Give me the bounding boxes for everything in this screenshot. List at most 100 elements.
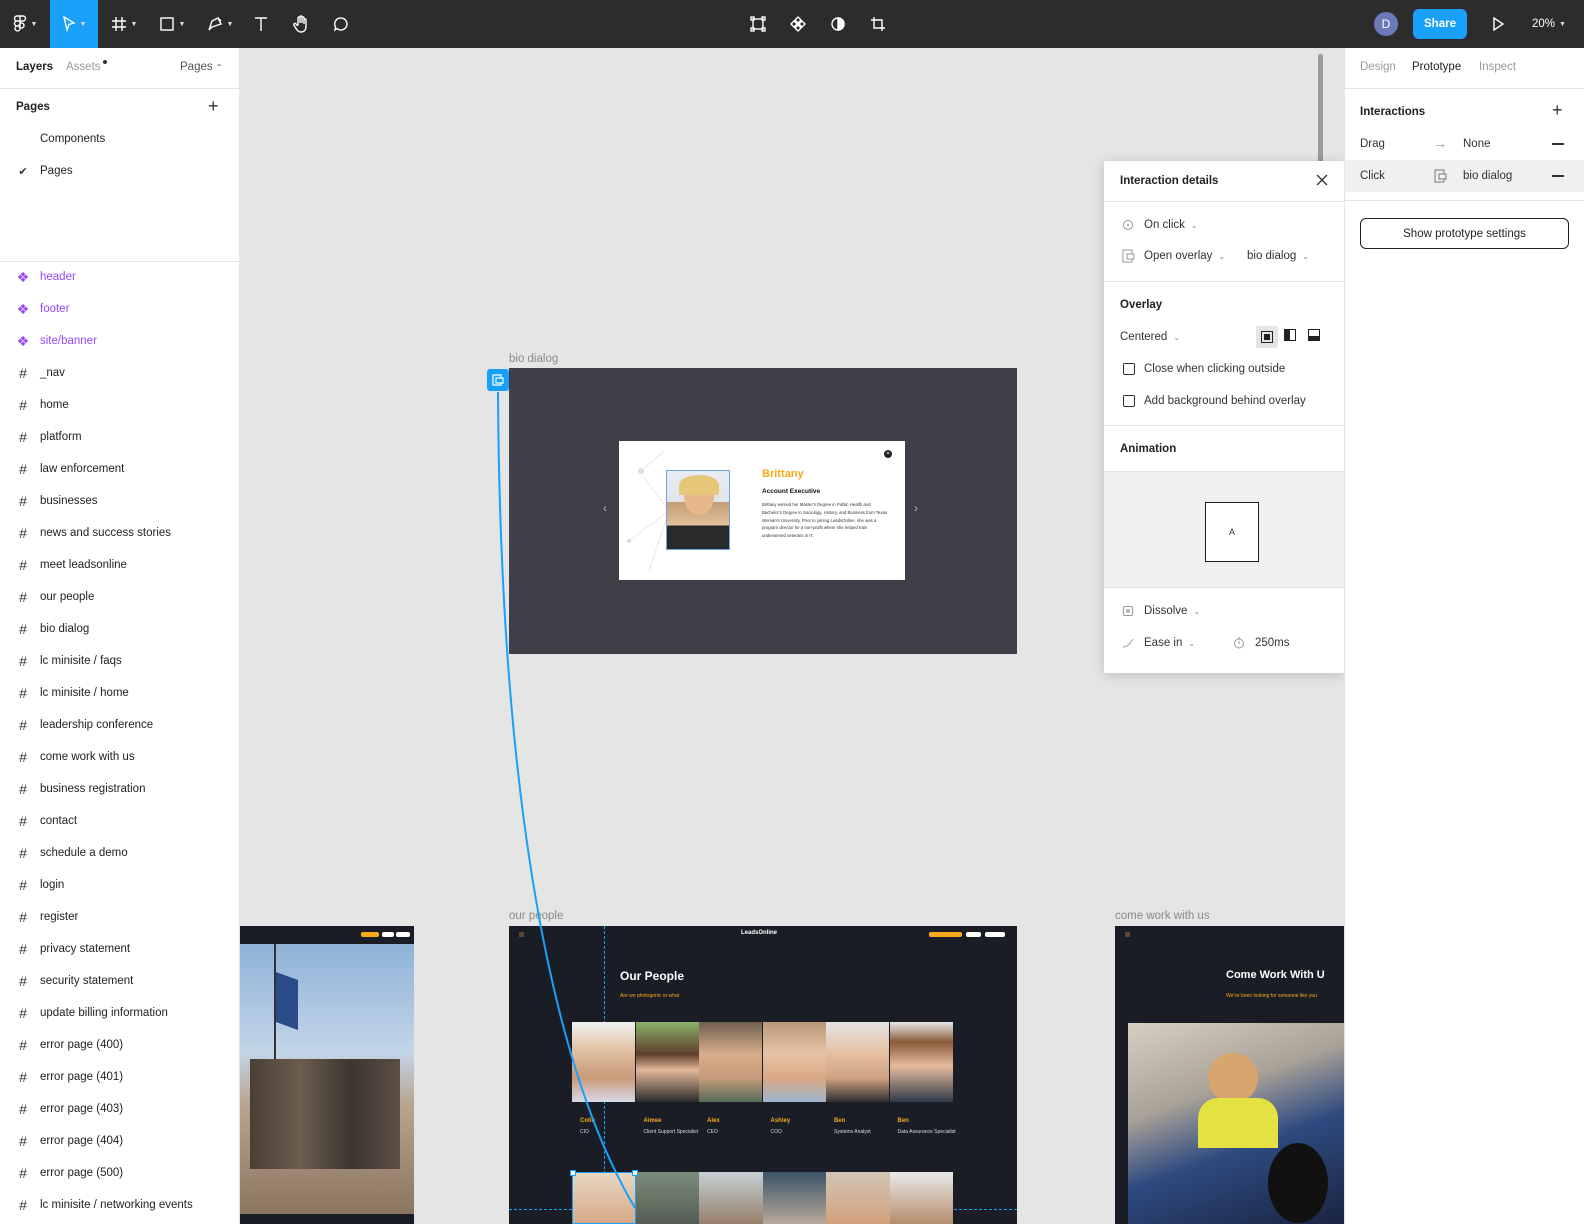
layer-item[interactable]: # business registration (0, 773, 239, 805)
layer-item[interactable]: # schedule a demo (0, 837, 239, 869)
create-component-button[interactable] (786, 0, 810, 48)
frame-icon: # (19, 717, 27, 733)
component-tool-button[interactable] (746, 0, 770, 48)
close-dialog-button[interactable] (1314, 172, 1330, 188)
position-bottom-button[interactable] (1308, 329, 1320, 341)
layer-item[interactable]: # news and success stories (0, 517, 239, 549)
layer-label: business registration (40, 783, 146, 795)
add-page-button[interactable]: + (208, 96, 219, 117)
frame-icon: # (19, 1197, 27, 1213)
tab-inspect[interactable]: Inspect (1479, 61, 1516, 73)
remove-interaction-button[interactable] (1552, 175, 1564, 177)
position-dropdown[interactable]: Centered ⌄ (1120, 331, 1180, 343)
layer-item[interactable]: ❖ footer (0, 293, 239, 325)
layer-item[interactable]: ❖ header (0, 261, 239, 293)
pages-toggle[interactable]: Pages ⌃ (180, 61, 223, 73)
shape-tool-button[interactable]: ▼ (152, 0, 192, 48)
tab-design[interactable]: Design (1360, 61, 1396, 73)
layer-item[interactable]: # lc minisite / faqs (0, 645, 239, 677)
layer-item[interactable]: # contact (0, 805, 239, 837)
present-button[interactable] (1486, 0, 1510, 48)
component-icon: ❖ (16, 300, 30, 317)
layer-item[interactable]: # law enforcement (0, 453, 239, 485)
layer-label: home (40, 399, 69, 411)
layer-item[interactable]: # home (0, 389, 239, 421)
zoom-dropdown[interactable]: 20% ▼ (1524, 0, 1574, 48)
remove-interaction-button[interactable] (1552, 143, 1564, 145)
position-centered-button[interactable] (1256, 326, 1278, 348)
layer-item[interactable]: # platform (0, 421, 239, 453)
layer-item[interactable]: # meet leadsonline (0, 549, 239, 581)
hand-tool-button[interactable] (286, 0, 316, 48)
page-item-components[interactable]: Components (0, 123, 239, 155)
frame-icon: # (19, 973, 27, 989)
chevron-down-icon: ⌄ (1193, 606, 1201, 616)
comment-icon (334, 17, 348, 32)
main-menu-button[interactable]: ▼ (0, 0, 50, 48)
trigger-dropdown[interactable]: On click ⌄ (1104, 217, 1344, 233)
layer-item[interactable]: # lc minisite / networking events (0, 1189, 239, 1221)
frame-icon: # (19, 493, 27, 509)
show-prototype-settings-button[interactable]: Show prototype settings (1360, 218, 1569, 249)
add-background-checkbox[interactable] (1123, 395, 1135, 407)
overlay-position-row: Centered ⌄ (1104, 326, 1344, 348)
layer-item[interactable]: # bio dialog (0, 613, 239, 645)
layer-item[interactable]: # come work with us (0, 741, 239, 773)
duration-input[interactable]: 250ms (1255, 637, 1290, 649)
arrow-right-icon: → (1433, 135, 1447, 151)
layer-item[interactable]: # error page (401) (0, 1061, 239, 1093)
move-tool-button[interactable]: ▼ (50, 0, 98, 48)
interaction-row-drag[interactable]: Drag → None (1345, 128, 1584, 160)
frame-icon: # (19, 365, 27, 381)
frame-icon: # (19, 813, 27, 829)
mask-button[interactable] (826, 0, 850, 48)
add-interaction-button[interactable]: + (1552, 100, 1563, 121)
layer-item[interactable]: # update billing information (0, 997, 239, 1029)
layer-item[interactable]: # leadership conference (0, 709, 239, 741)
resize-handle[interactable] (570, 1170, 576, 1176)
layer-item[interactable]: # privacy statement (0, 933, 239, 965)
pen-tool-button[interactable]: ▼ (200, 0, 240, 48)
position-left-button[interactable] (1284, 329, 1296, 341)
easing-dropdown[interactable]: Ease in ⌄ (1144, 637, 1195, 649)
layer-item[interactable]: # our people (0, 581, 239, 613)
layer-item[interactable]: # security statement (0, 965, 239, 997)
layer-label: news and success stories (40, 527, 172, 539)
tab-assets[interactable]: Assets (66, 60, 107, 73)
selection-box[interactable] (570, 1170, 638, 1224)
interaction-row-click[interactable]: Click bio dialog (1345, 160, 1584, 192)
dissolve-icon (1123, 606, 1133, 616)
play-icon (1493, 17, 1504, 31)
layer-label: businesses (40, 495, 98, 507)
destination-dropdown[interactable]: bio dialog ⌄ (1247, 250, 1309, 262)
layer-item[interactable]: # error page (400) (0, 1029, 239, 1061)
crop-icon (871, 17, 885, 31)
check-icon: ✔ (18, 165, 28, 178)
action-dropdown[interactable]: Open overlay ⌄ (1144, 250, 1225, 262)
layer-item[interactable]: # _nav (0, 357, 239, 389)
share-button[interactable]: Share (1413, 9, 1467, 39)
tab-layers[interactable]: Layers (16, 61, 53, 73)
layer-label: privacy statement (40, 943, 131, 955)
page-item-pages[interactable]: ✔ Pages (0, 155, 239, 187)
user-avatar[interactable]: D (1374, 0, 1398, 48)
layer-item[interactable]: # login (0, 869, 239, 901)
layer-item[interactable]: # register (0, 901, 239, 933)
comment-tool-button[interactable] (326, 0, 356, 48)
crop-button[interactable] (866, 0, 890, 48)
animation-dropdown[interactable]: Dissolve ⌄ (1144, 605, 1200, 617)
layer-item[interactable]: # businesses (0, 485, 239, 517)
layer-item[interactable]: # error page (404) (0, 1125, 239, 1157)
frame-tool-button[interactable]: ▼ (104, 0, 144, 48)
layer-item[interactable]: # error page (403) (0, 1093, 239, 1125)
text-tool-button[interactable] (246, 0, 276, 48)
layer-item[interactable]: ❖ site/banner (0, 325, 239, 357)
resize-handle[interactable] (632, 1170, 638, 1176)
tab-prototype[interactable]: Prototype (1412, 61, 1461, 73)
easing-curve-icon (1122, 638, 1134, 648)
close-outside-row[interactable]: Close when clicking outside (1104, 361, 1344, 377)
layer-item[interactable]: # lc minisite / home (0, 677, 239, 709)
close-outside-checkbox[interactable] (1123, 363, 1135, 375)
layer-item[interactable]: # error page (500) (0, 1157, 239, 1189)
add-background-row[interactable]: Add background behind overlay (1104, 393, 1344, 409)
